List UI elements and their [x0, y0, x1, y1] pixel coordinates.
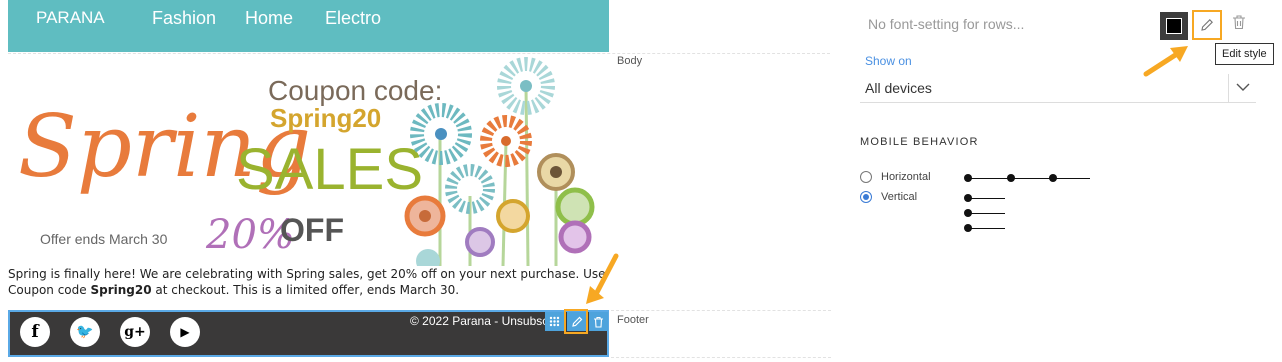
banner-coupon-label: Coupon code:: [268, 75, 442, 106]
body-text-coupon: Spring20: [90, 283, 152, 297]
edit-style-button[interactable]: [1192, 10, 1222, 40]
facebook-glyph: f: [31, 322, 39, 342]
nav-link-home[interactable]: Home: [245, 8, 293, 29]
diagram-dot: [964, 224, 972, 232]
google-plus-icon[interactable]: g+: [120, 317, 150, 347]
banner-coupon-code: Spring20: [270, 103, 381, 133]
edit-style-tooltip: Edit style: [1215, 43, 1274, 65]
diagram-dot: [964, 194, 972, 202]
body-text-part: at checkout. This is a limited offer, en…: [151, 283, 460, 297]
section-divider: [611, 310, 831, 311]
mobile-behavior-title: MOBILE BEHAVIOR: [860, 136, 979, 148]
nav-brand[interactable]: PARANA: [36, 8, 105, 28]
row-delete-trash-icon[interactable]: [589, 312, 608, 331]
email-footer-row[interactable]: f 🐦 g+ ▶ © 2022 Parana - Unsubsc: [8, 310, 609, 357]
section-divider: [611, 357, 831, 358]
facebook-icon[interactable]: f: [20, 317, 50, 347]
drag-grid-icon[interactable]: [545, 312, 564, 331]
select-separator: [1228, 74, 1229, 102]
twitter-icon[interactable]: 🐦: [70, 317, 100, 347]
diagram-dot: [964, 209, 972, 217]
nav-link-electro[interactable]: Electro: [325, 8, 381, 29]
footer-copyright: © 2022 Parana - Unsubsc: [410, 314, 549, 328]
email-header-bar: PARANA Fashion Home Electro: [8, 0, 609, 52]
diagram-line: [967, 213, 1005, 214]
device-select-value: All devices: [865, 80, 932, 96]
show-on-label: Show on: [865, 54, 912, 68]
youtube-icon[interactable]: ▶: [170, 317, 200, 347]
diagram-line: [967, 228, 1005, 229]
delete-style-button[interactable]: [1232, 14, 1252, 36]
radio-vertical-label[interactable]: Vertical: [881, 191, 917, 203]
pencil-icon: [1201, 19, 1213, 31]
chevron-down-icon[interactable]: [1234, 78, 1252, 96]
section-label-footer: Footer: [617, 314, 649, 326]
banner-offer-ends: Offer ends March 30: [40, 231, 168, 247]
color-swatch-fill: [1166, 18, 1182, 34]
diagram-line: [967, 178, 1090, 179]
orange-arrow-icon: [586, 253, 619, 304]
banner-discount-off: OFF: [280, 212, 344, 248]
nav-link-fashion[interactable]: Fashion: [152, 8, 216, 29]
spring-sale-banner[interactable]: Spring Coupon code: Spring20 SALES 20% O…: [8, 56, 609, 273]
trash-icon: [1233, 15, 1245, 30]
section-label-body: Body: [617, 55, 643, 67]
twitter-glyph: 🐦: [76, 324, 94, 340]
section-divider: [8, 53, 830, 54]
radio-horizontal-label[interactable]: Horizontal: [881, 171, 931, 183]
radio-horizontal[interactable]: [860, 171, 872, 183]
diagram-dot: [1049, 174, 1057, 182]
diagram-line: [967, 198, 1005, 199]
diagram-dot: [1007, 174, 1015, 182]
banner-artwork: Spring Coupon code: Spring20 SALES 20% O…: [18, 57, 595, 273]
google-plus-glyph: g+: [124, 324, 146, 340]
show-on-device-select[interactable]: All devices: [860, 74, 1256, 103]
diagram-dot: [964, 174, 972, 182]
banner-headline-sales: SALES: [236, 137, 423, 202]
highlight-box: [564, 309, 588, 334]
email-body-paragraph[interactable]: Spring is finally here! We are celebrati…: [8, 266, 606, 298]
row-font-setting-placeholder[interactable]: No font-setting for rows...: [868, 16, 1024, 32]
color-swatch-button[interactable]: [1160, 12, 1188, 40]
youtube-glyph: ▶: [180, 325, 190, 339]
radio-vertical[interactable]: [860, 191, 872, 203]
